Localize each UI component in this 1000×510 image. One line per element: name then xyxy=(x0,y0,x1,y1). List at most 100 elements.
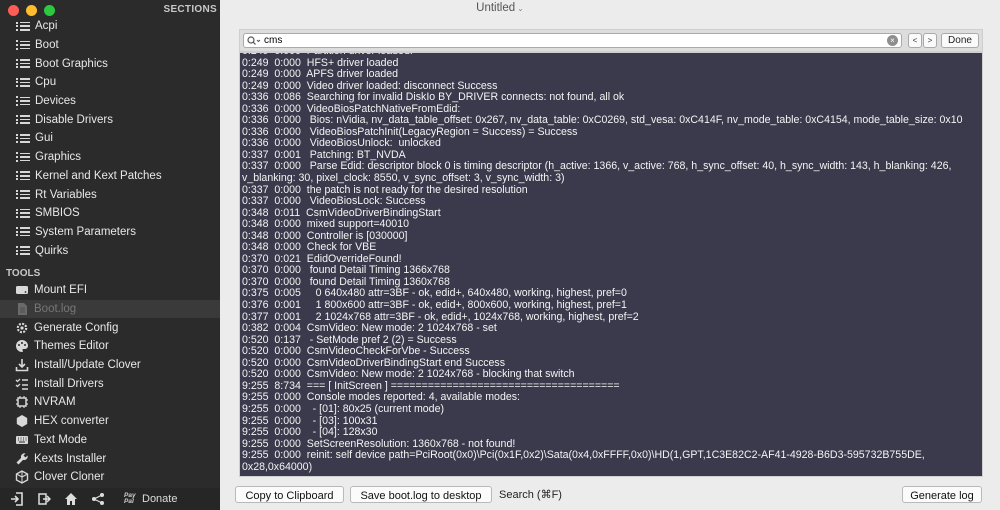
sidebar-tool-clover-cloner[interactable]: Clover Cloner xyxy=(0,468,220,487)
log-line: 0:382 0:004 CsmVideo: New mode: 2 1024x7… xyxy=(242,322,497,335)
find-next-button[interactable]: > xyxy=(923,33,937,48)
sidebar-item-label: Devices xyxy=(35,95,76,108)
sidebar-item-label: Acpi xyxy=(35,20,58,33)
list-icon xyxy=(15,188,31,202)
list-icon xyxy=(15,150,31,164)
list-icon xyxy=(15,38,31,52)
hex-icon xyxy=(14,414,30,428)
cloner-icon xyxy=(14,470,30,485)
copy-to-clipboard-button[interactable]: Copy to Clipboard xyxy=(235,486,344,503)
sections-header: SECTIONS xyxy=(163,4,217,15)
sidebar-item-label: Quirks xyxy=(35,244,69,257)
minimize-window-button[interactable] xyxy=(26,5,37,16)
sidebar-item-label: SMBIOS xyxy=(35,207,80,220)
sidebar-item-label: Rt Variables xyxy=(35,188,97,201)
sidebar-item-system-parameters[interactable]: System Parameters xyxy=(0,223,220,242)
search-input[interactable] xyxy=(261,34,864,47)
sidebar-tool-nvram[interactable]: NVRAM xyxy=(0,393,220,412)
chevron-down-icon[interactable]: ⌄ xyxy=(517,4,524,13)
list-icon xyxy=(15,131,31,145)
donate-button[interactable]: Pay Pal Donate xyxy=(124,492,177,505)
sidebar-item-boot[interactable]: Boot xyxy=(0,36,220,55)
find-bar: × < > Done xyxy=(239,29,983,52)
keyboard-icon xyxy=(14,433,30,447)
list-icon xyxy=(15,94,31,108)
disk-icon xyxy=(14,283,30,297)
boot-log-text[interactable]: 0:249 0:000 Partition driver loaded:0:24… xyxy=(240,53,982,473)
list-icon xyxy=(15,19,31,33)
log-line: 0:337 0:000 VideoBiosLock: Success xyxy=(242,195,426,208)
sidebar-item-devices[interactable]: Devices xyxy=(0,92,220,111)
sidebar-tool-boot-log[interactable]: Boot.log xyxy=(0,299,220,319)
find-previous-button[interactable]: < xyxy=(908,33,922,48)
list-icon xyxy=(15,169,31,183)
list-icon xyxy=(15,225,31,239)
sidebar-item-disable-drivers[interactable]: Disable Drivers xyxy=(0,110,220,129)
tools-list: Mount EFI Boot.log Generate Config Themes E… xyxy=(0,281,220,487)
sidebar-tool-label: Install Drivers xyxy=(34,377,104,390)
sidebar-item-cpu[interactable]: Cpu xyxy=(0,73,220,92)
list-icon xyxy=(15,113,31,127)
sidebar-tool-label: Boot.log xyxy=(34,303,77,316)
checklist-icon xyxy=(14,377,30,391)
window-controls xyxy=(8,5,55,16)
log-line: 0:249 0:000 APFS driver loaded xyxy=(242,68,399,81)
sidebar-item-label: Graphics xyxy=(35,151,82,164)
sidebar-item-label: Boot Graphics xyxy=(35,57,108,70)
sidebar-item-smbios[interactable]: SMBIOS xyxy=(0,204,220,223)
window-title-text: Untitled xyxy=(476,2,516,14)
boot-log-view[interactable]: 0:249 0:000 Partition driver loaded:0:24… xyxy=(239,52,983,477)
sidebar-item-kernel-and-kext-patches[interactable]: Kernel and Kext Patches xyxy=(0,167,220,186)
sidebar-tool-label: Install/Update Clover xyxy=(34,359,141,372)
sidebar-tool-label: HEX converter xyxy=(34,415,109,428)
clear-search-icon[interactable]: × xyxy=(887,35,898,46)
sidebar-tool-hex-converter[interactable]: HEX converter xyxy=(0,412,220,431)
sidebar-tool-mount-efi[interactable]: Mount EFI xyxy=(0,281,220,300)
search-field-container: × xyxy=(243,33,902,48)
zoom-window-button[interactable] xyxy=(44,5,55,16)
palette-icon xyxy=(14,339,30,353)
share-icon[interactable] xyxy=(88,490,108,508)
log-line: 0:336 0:086 Searching for invalid DiskIo… xyxy=(242,91,625,104)
sidebar-item-rt-variables[interactable]: Rt Variables xyxy=(0,185,220,204)
paypal-logo: Pay Pal xyxy=(124,492,136,505)
close-window-button[interactable] xyxy=(8,5,19,16)
tools-header: TOOLS xyxy=(6,268,41,279)
sidebar-item-acpi[interactable]: Acpi xyxy=(0,17,220,36)
sidebar-tool-themes-editor[interactable]: Themes Editor xyxy=(0,337,220,356)
log-line: 9:255 0:000 - [01]: 80x25 (current mode) xyxy=(242,402,444,415)
sidebar-item-label: Boot xyxy=(35,39,59,52)
sidebar-tool-label: Mount EFI xyxy=(34,284,88,297)
login-icon[interactable] xyxy=(7,490,27,508)
log-line: 9:255 0:000 - [04]: 128x30 xyxy=(242,426,378,439)
sections-list: Acpi Boot Boot Graphics Cpu Devices Disable D… xyxy=(0,17,220,260)
list-icon xyxy=(15,244,31,258)
list-icon xyxy=(15,206,31,220)
export-icon[interactable] xyxy=(34,490,54,508)
log-line: 0x28,0x64000) xyxy=(242,460,313,473)
sidebar-item-gui[interactable]: Gui xyxy=(0,129,220,148)
log-line: 0:376 0:001 1 800x600 attr=3BF - ok, edi… xyxy=(242,299,627,312)
search-shortcut-hint: Search (⌘F) xyxy=(499,489,562,501)
sidebar-item-quirks[interactable]: Quirks xyxy=(0,241,220,260)
wrench-icon xyxy=(14,452,30,466)
sidebar-item-boot-graphics[interactable]: Boot Graphics xyxy=(0,54,220,73)
sidebar-tool-kexts-installer[interactable]: Kexts Installer xyxy=(0,449,220,468)
log-line: v_blanking: 30, pixel_clock: 8550, v_syn… xyxy=(242,172,565,185)
home-icon[interactable] xyxy=(61,490,81,508)
document-icon xyxy=(14,302,30,316)
search-icon xyxy=(247,35,261,45)
sidebar-tool-label: Generate Config xyxy=(34,321,119,334)
sidebar-item-graphics[interactable]: Graphics xyxy=(0,148,220,167)
save-boot-log-button[interactable]: Save boot.log to desktop xyxy=(350,486,492,503)
sidebar-tool-install-drivers[interactable]: Install Drivers xyxy=(0,374,220,393)
sidebar-tool-install-update-clover[interactable]: Install/Update Clover xyxy=(0,356,220,375)
window-title: Untitled ⌄ xyxy=(220,2,780,14)
gear-icon xyxy=(14,321,30,335)
sidebar-tool-text-mode[interactable]: Text Mode xyxy=(0,431,220,450)
generate-log-button[interactable]: Generate log xyxy=(902,486,982,503)
chip-icon xyxy=(14,395,30,409)
main-panel: Untitled⌄ × < > Done 0:249 0:000 Partiti… xyxy=(220,0,1000,510)
done-button[interactable]: Done xyxy=(941,33,979,48)
sidebar-tool-generate-config[interactable]: Generate Config xyxy=(0,318,220,337)
